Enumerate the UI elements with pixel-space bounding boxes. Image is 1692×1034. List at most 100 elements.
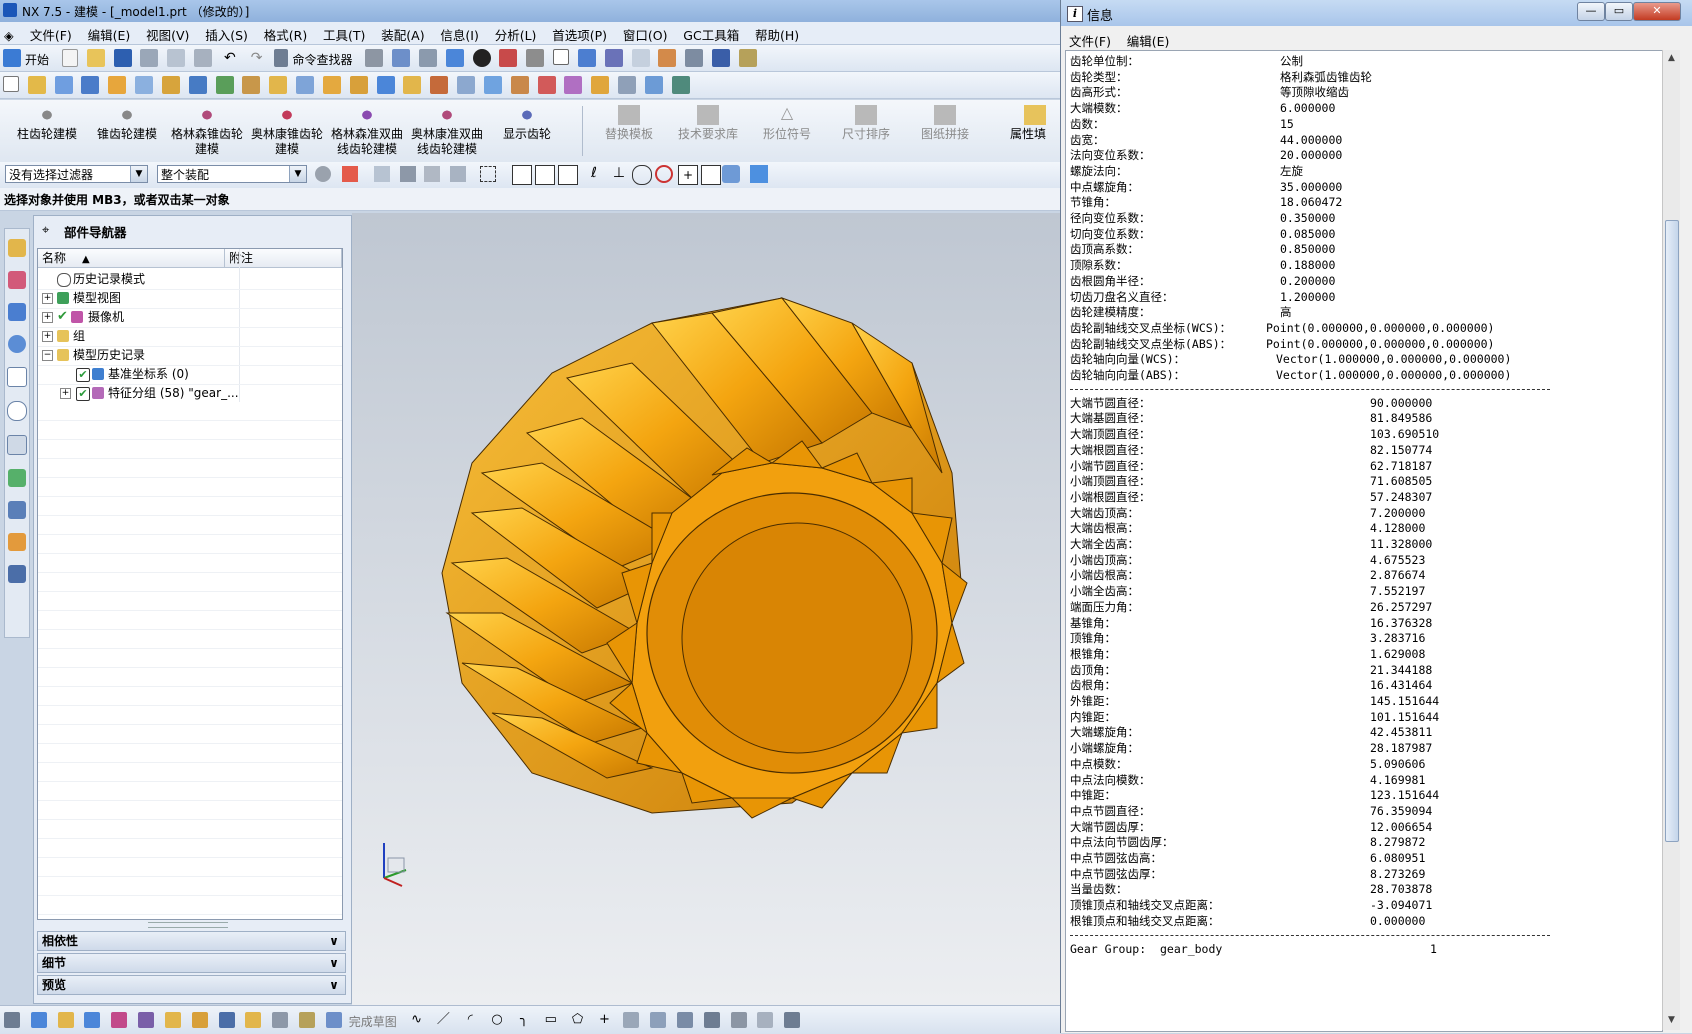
expand-icon[interactable]: + bbox=[42, 293, 53, 304]
profile-icon[interactable]: ∿ bbox=[409, 1012, 425, 1028]
part-navigator-icon[interactable] bbox=[8, 303, 26, 321]
measure-icon[interactable] bbox=[658, 49, 677, 67]
boss-icon[interactable] bbox=[188, 76, 207, 94]
wcs-icon[interactable] bbox=[577, 49, 596, 67]
rectangle-select-icon[interactable] bbox=[480, 166, 496, 182]
menu-format[interactable]: 格式(R) bbox=[258, 22, 313, 47]
bevel-gear-button[interactable]: 锥齿轮建模 bbox=[88, 102, 166, 160]
menu-file[interactable]: 文件(F) bbox=[24, 22, 78, 47]
column-header-note[interactable]: 附注 bbox=[225, 249, 342, 268]
analysis-icon[interactable] bbox=[685, 49, 704, 67]
orient-view-icon[interactable] bbox=[418, 49, 437, 67]
spur-gear-button[interactable]: 柱齿轮建模 bbox=[8, 102, 86, 160]
oerlikon-bevel-gear-button[interactable]: 奥林康锥齿轮建模 bbox=[248, 102, 326, 160]
fillet-icon[interactable]: ╮ bbox=[516, 1012, 532, 1028]
snap-point-options-icon[interactable] bbox=[4, 1012, 20, 1028]
pin-icon[interactable]: ⌖ bbox=[42, 223, 49, 238]
fit-view-icon[interactable] bbox=[392, 49, 411, 67]
navigator-tree[interactable]: 名称 ▲ 附注 历史记录模式 + 模型视图 + ✔ 摄像机 + 组 − 模型历史记… bbox=[37, 248, 343, 920]
split-body-icon[interactable] bbox=[483, 76, 502, 94]
sketch-tool-icon[interactable] bbox=[299, 1012, 316, 1028]
plane-constructor-icon[interactable] bbox=[84, 1012, 101, 1028]
command-finder-icon[interactable] bbox=[274, 49, 289, 67]
command-finder-button[interactable]: 命令查找器 bbox=[292, 51, 352, 68]
info-menu-file[interactable]: 文件(F) bbox=[1065, 29, 1119, 50]
orient-wcs-icon[interactable] bbox=[138, 1012, 155, 1028]
move-object-icon[interactable] bbox=[164, 1012, 181, 1028]
vector-constructor-icon[interactable] bbox=[57, 1012, 74, 1028]
snap-face-icon[interactable] bbox=[722, 165, 740, 183]
select-all-icon[interactable] bbox=[342, 166, 358, 182]
mirror-curve-icon[interactable] bbox=[784, 1012, 801, 1028]
save-icon[interactable] bbox=[113, 49, 132, 67]
finish-sketch-button[interactable]: 完成草图 bbox=[349, 1013, 397, 1030]
layer-icon[interactable] bbox=[553, 49, 570, 65]
group-icon[interactable] bbox=[218, 1012, 235, 1028]
roles-icon[interactable] bbox=[8, 533, 26, 551]
rectangle-icon[interactable]: ▭ bbox=[543, 1012, 559, 1028]
menu-insert[interactable]: 插入(S) bbox=[199, 22, 254, 47]
column-header-name[interactable]: 名称 ▲ bbox=[38, 249, 225, 268]
snap-endpoint-icon[interactable] bbox=[512, 165, 532, 185]
maximize-button[interactable]: ▭ bbox=[1605, 2, 1633, 21]
constraint-navigator-icon[interactable] bbox=[8, 271, 26, 289]
close-button[interactable]: ✕ bbox=[1633, 2, 1681, 21]
bevel-gear-model[interactable] bbox=[441, 296, 968, 819]
visibility-checkbox[interactable]: ✔ bbox=[76, 387, 90, 401]
feature-select-icon[interactable] bbox=[400, 166, 416, 182]
menu-edit[interactable]: 编辑(E) bbox=[82, 22, 137, 47]
circle-icon[interactable]: ○ bbox=[489, 1012, 505, 1028]
expand-icon[interactable]: + bbox=[60, 388, 71, 399]
snap-line-icon[interactable] bbox=[535, 165, 555, 185]
revolve-icon[interactable] bbox=[54, 76, 73, 94]
oerlikon-hypoid-gear-button[interactable]: 奥林康准双曲线齿轮建模 bbox=[408, 102, 486, 160]
redo-icon[interactable]: ↷ bbox=[248, 49, 266, 67]
gear-model-svg[interactable] bbox=[352, 213, 1060, 1005]
constraint-icon[interactable] bbox=[650, 1012, 667, 1028]
undo-icon[interactable]: ↶ bbox=[221, 49, 239, 67]
extend-icon[interactable] bbox=[757, 1012, 774, 1028]
hole-icon[interactable] bbox=[161, 76, 180, 94]
scroll-up-arrow[interactable]: ▲ bbox=[1663, 50, 1680, 67]
start-icon[interactable] bbox=[3, 49, 21, 67]
undo-selection-icon[interactable] bbox=[374, 166, 390, 182]
edge-blend-icon[interactable] bbox=[242, 76, 261, 94]
gleason-hypoid-gear-button[interactable]: 格林森准双曲线齿轮建模 bbox=[328, 102, 406, 160]
snap-point-icon[interactable]: + bbox=[678, 165, 698, 185]
gleason-bevel-gear-button[interactable]: 格林森锥齿轮建模 bbox=[168, 102, 246, 160]
paste-icon[interactable] bbox=[193, 49, 212, 67]
extrude-icon[interactable] bbox=[27, 76, 46, 94]
snap-arc-center-icon[interactable] bbox=[632, 165, 652, 185]
tree-row-model-views[interactable]: + 模型视图 bbox=[38, 288, 342, 309]
expand-icon[interactable]: + bbox=[42, 331, 53, 342]
tree-row-feature-group[interactable]: + ✔ 特征分组 (58) "gear_... bbox=[38, 383, 342, 404]
process-studio-icon[interactable] bbox=[8, 469, 26, 487]
snap-icon[interactable] bbox=[604, 49, 623, 67]
tree-row-history-mode[interactable]: 历史记录模式 bbox=[38, 269, 342, 290]
selection-scope-select[interactable]: 整个装配 ▼ bbox=[157, 165, 307, 183]
datum-plane-icon[interactable] bbox=[215, 76, 234, 94]
gdt-symbol-button[interactable]: △ 形位符号 bbox=[748, 102, 826, 160]
replace-face-icon[interactable] bbox=[591, 76, 610, 94]
cut-icon[interactable] bbox=[140, 49, 159, 67]
selection-tool-icon[interactable] bbox=[365, 49, 384, 67]
expand-icon[interactable]: + bbox=[42, 312, 53, 323]
cylinder-icon[interactable] bbox=[108, 76, 127, 94]
hd3d-tools-icon[interactable] bbox=[7, 367, 27, 387]
info-menu-edit[interactable]: 编辑(E) bbox=[1123, 29, 1178, 50]
line-icon[interactable]: ／ bbox=[435, 1012, 451, 1028]
point-constructor-icon[interactable] bbox=[30, 1012, 47, 1028]
tree-row-datum-csys[interactable]: ✔ 基准坐标系 (0) bbox=[38, 364, 342, 385]
sphere-icon[interactable] bbox=[135, 76, 154, 94]
manufacturing-wizards-icon[interactable] bbox=[8, 501, 26, 519]
history-icon[interactable] bbox=[7, 401, 27, 421]
thicken-icon[interactable] bbox=[671, 76, 690, 94]
scroll-down-arrow[interactable]: ▼ bbox=[1663, 1012, 1680, 1029]
tree-row-model-history[interactable]: − 模型历史记录 bbox=[38, 345, 342, 366]
menu-window[interactable]: 窗口(O) bbox=[617, 22, 674, 47]
menu-information[interactable]: 信息(I) bbox=[434, 22, 484, 47]
surface-icon[interactable] bbox=[618, 76, 637, 94]
tech-requirements-button[interactable]: 技术要求库 bbox=[669, 102, 747, 160]
shaded-cube-icon[interactable] bbox=[445, 49, 464, 67]
attribute-fill-button[interactable]: 属性填 bbox=[1010, 102, 1060, 160]
